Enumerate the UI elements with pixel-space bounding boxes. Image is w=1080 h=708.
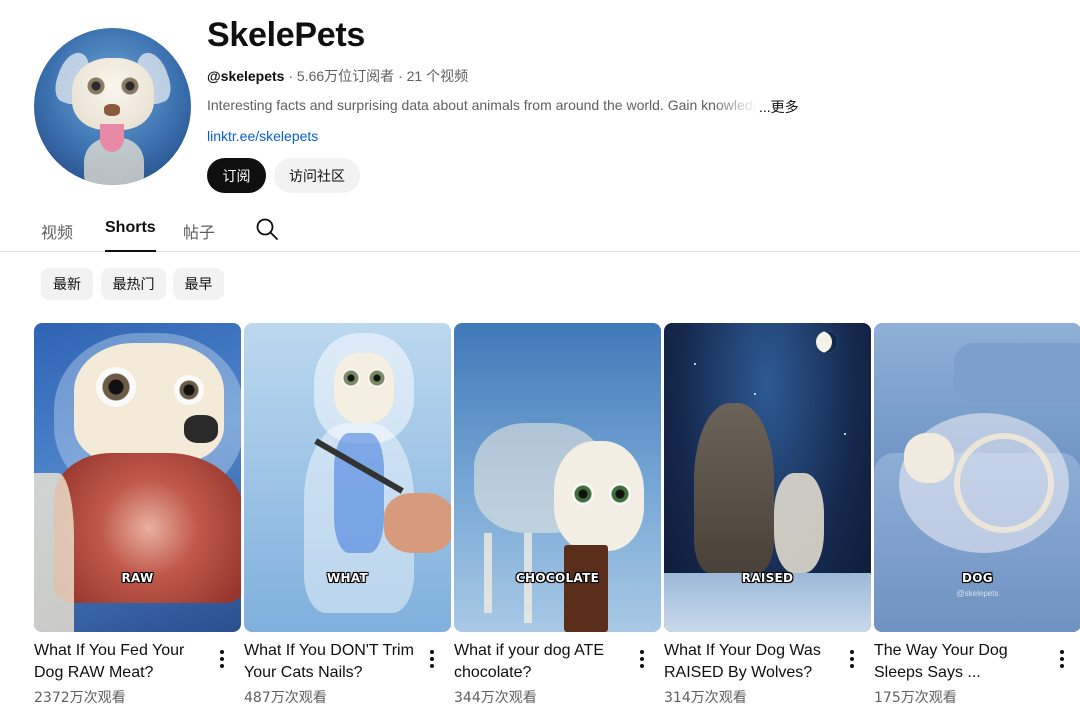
description-text: Interesting facts and surprising data ab… xyxy=(207,97,757,113)
channel-description[interactable]: Interesting facts and surprising data ab… xyxy=(207,97,799,117)
short-card[interactable]: WHAT What If You DON'T Trim Your Cats Na… xyxy=(244,323,451,708)
more-vert-icon[interactable] xyxy=(1056,648,1068,668)
avatar-eye xyxy=(120,76,140,96)
short-title[interactable]: What If You Fed Your Dog RAW Meat? xyxy=(34,640,210,684)
short-thumbnail[interactable]: RAW xyxy=(34,323,241,632)
subscriber-count: · 5.66万位订阅者 xyxy=(284,68,395,84)
short-caption: DOG xyxy=(962,571,993,585)
short-caption: CHOCOLATE xyxy=(515,571,600,585)
community-button[interactable]: 访问社区 xyxy=(274,158,360,193)
avatar-tongue xyxy=(100,124,124,152)
more-link[interactable]: ...更多 xyxy=(759,97,799,117)
channel-avatar[interactable] xyxy=(34,28,191,185)
chip-latest[interactable]: 最新 xyxy=(41,268,93,300)
more-vert-icon[interactable] xyxy=(846,648,858,668)
more-vert-icon[interactable] xyxy=(636,648,648,668)
short-title[interactable]: The Way Your Dog Sleeps Says ... xyxy=(874,640,1050,684)
short-title[interactable]: What If Your Dog Was RAISED By Wolves? xyxy=(664,640,840,684)
short-card[interactable]: RAW What If You Fed Your Dog RAW Meat? 2… xyxy=(34,323,241,708)
short-views: 175万次观看 xyxy=(874,690,957,706)
short-views: 2372万次观看 xyxy=(34,690,126,706)
short-thumbnail[interactable]: RAISED xyxy=(664,323,871,632)
tab-shorts[interactable]: Shorts xyxy=(105,219,156,252)
subscribe-button[interactable]: 订阅 xyxy=(207,158,266,193)
short-thumbnail[interactable]: WHAT xyxy=(244,323,451,632)
channel-handle: @skelepets xyxy=(207,68,285,84)
short-views: 344万次观看 xyxy=(454,690,537,706)
short-thumbnail[interactable]: CHOCOLATE xyxy=(454,323,661,632)
channel-name: SkelePets xyxy=(207,16,365,54)
short-caption: RAISED xyxy=(741,571,794,585)
channel-link[interactable]: linktr.ee/skelepets xyxy=(207,128,318,144)
short-thumbnail[interactable]: DOG @skelepets xyxy=(874,323,1080,632)
short-title[interactable]: What if your dog ATE chocolate? xyxy=(454,640,630,684)
short-card[interactable]: RAISED What If Your Dog Was RAISED By Wo… xyxy=(664,323,871,708)
tab-posts[interactable]: 帖子 xyxy=(183,219,215,243)
short-watermark: @skelepets xyxy=(956,589,999,598)
search-icon[interactable] xyxy=(255,217,279,241)
short-views: 314万次观看 xyxy=(664,690,747,706)
channel-tabs: 视频 Shorts 帖子 xyxy=(0,205,1080,252)
chip-oldest[interactable]: 最早 xyxy=(173,268,224,300)
short-title[interactable]: What If You DON'T Trim Your Cats Nails? xyxy=(244,640,420,684)
chip-popular[interactable]: 最热门 xyxy=(101,268,166,300)
more-vert-icon[interactable] xyxy=(426,648,438,668)
tab-videos[interactable]: 视频 xyxy=(41,219,73,243)
avatar-skull xyxy=(72,58,154,130)
short-card[interactable]: DOG @skelepets The Way Your Dog Sleeps S… xyxy=(874,323,1080,708)
short-caption: RAW xyxy=(121,571,154,585)
avatar-nose xyxy=(104,104,120,116)
short-card[interactable]: CHOCOLATE What if your dog ATE chocolate… xyxy=(454,323,661,708)
channel-meta: @skelepets · 5.66万位订阅者 · 21 个视频 xyxy=(207,66,468,86)
short-views: 487万次观看 xyxy=(244,690,327,706)
short-caption: WHAT xyxy=(326,571,369,585)
video-count: · 21 个视频 xyxy=(394,68,469,84)
more-vert-icon[interactable] xyxy=(216,648,228,668)
avatar-eye xyxy=(86,76,106,96)
